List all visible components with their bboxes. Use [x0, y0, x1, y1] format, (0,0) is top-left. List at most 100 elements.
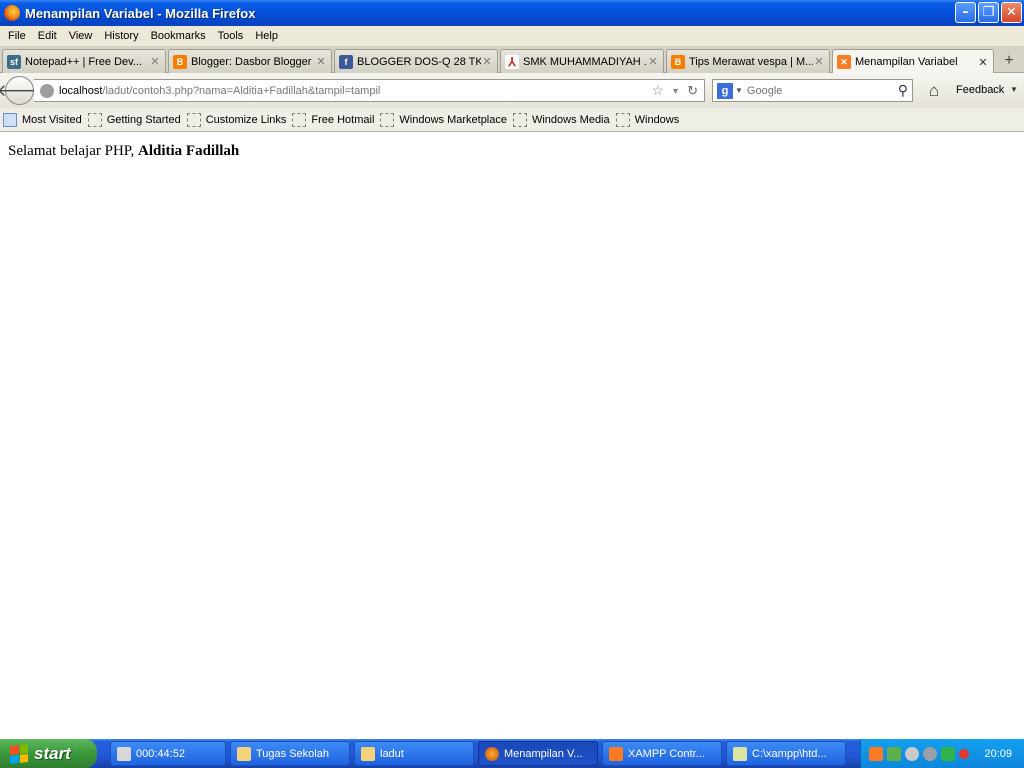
tab-close-icon[interactable]: ✕	[647, 55, 659, 68]
sound-tray-icon[interactable]	[923, 746, 937, 761]
reload-icon[interactable]: ↻	[687, 83, 698, 99]
google-icon[interactable]: g	[717, 82, 733, 99]
task-timer[interactable]: 000:44:52	[110, 741, 226, 766]
tab-close-icon[interactable]: ✕	[315, 55, 327, 68]
page-content: Selamat belajar PHP, Alditia Fadillah	[0, 133, 1024, 739]
tab-facebook[interactable]: f BLOGGER DOS-Q 28 TKJ ✕	[334, 49, 498, 73]
menu-edit[interactable]: Edit	[32, 30, 63, 42]
menu-tools[interactable]: Tools	[212, 30, 250, 42]
tab-close-icon[interactable]: ✕	[149, 55, 161, 68]
sourceforge-icon: sf	[7, 54, 21, 69]
menu-file[interactable]: File	[2, 30, 32, 42]
tab-close-icon[interactable]: ✕	[813, 55, 825, 68]
menu-bookmarks[interactable]: Bookmarks	[145, 30, 212, 42]
bookmark-free-hotmail[interactable]: Free Hotmail	[292, 112, 375, 127]
back-button[interactable]: 🡐	[0, 76, 42, 105]
start-label: start	[34, 743, 71, 763]
app-tray-icon[interactable]	[887, 746, 901, 761]
folder-icon	[361, 746, 375, 761]
search-input[interactable]	[746, 84, 887, 97]
windows-logo-icon	[10, 743, 28, 764]
page-icon	[615, 112, 630, 127]
greeting-name: Alditia Fadillah	[137, 143, 240, 159]
search-icon[interactable]: ⚲	[898, 82, 908, 99]
tab-blogger-dasbor[interactable]: B Blogger: Dasbor Blogger ✕	[168, 49, 332, 73]
bookmark-most-visited[interactable]: Most Visited	[3, 112, 82, 127]
bookmark-getting-started[interactable]: Getting Started	[87, 112, 181, 127]
window-controls: – ❐ ✕	[955, 2, 1022, 23]
page-icon	[512, 112, 527, 127]
task-ladut[interactable]: ladut	[354, 741, 474, 766]
bookmark-label: Windows	[634, 113, 680, 126]
task-label: XAMPP Contr...	[628, 747, 705, 760]
task-label: Menampilan V...	[504, 747, 583, 760]
bookmark-label: Free Hotmail	[311, 113, 375, 126]
tab-close-icon[interactable]: ✕	[977, 56, 989, 69]
window-title: Menampilan Variabel - Mozilla Firefox	[25, 5, 256, 21]
pdf-icon: ⅄	[505, 54, 519, 69]
url-path: /ladut/contoh3.php?nama=Alditia+Fadillah…	[102, 84, 381, 97]
globe-icon	[40, 83, 54, 98]
bookmark-customize-links[interactable]: Customize Links	[186, 112, 286, 127]
blogger-icon: B	[173, 54, 187, 69]
clock[interactable]: 20:09	[984, 748, 1012, 760]
tab-label: Menampilan Variabel	[855, 56, 958, 68]
menu-help[interactable]: Help	[249, 30, 284, 42]
bookmark-windows-marketplace[interactable]: Windows Marketplace	[380, 112, 507, 127]
greeting-prefix: Selamat belajar PHP,	[8, 143, 138, 159]
bookmark-windows[interactable]: Windows	[615, 112, 680, 127]
bookmarks-toolbar: Most Visited Getting Started Customize L…	[0, 108, 1024, 132]
status-tray-icon[interactable]	[959, 748, 969, 759]
bookmark-label: Windows Media	[531, 113, 610, 126]
task-tugas-sekolah[interactable]: Tugas Sekolah	[230, 741, 350, 766]
bookmark-label: Windows Marketplace	[399, 113, 507, 126]
tab-bar: sf Notepad++ | Free Dev... ✕ B Blogger: …	[0, 46, 1024, 74]
menu-view[interactable]: View	[63, 30, 99, 42]
bookmark-star-icon[interactable]: ☆	[651, 82, 664, 99]
task-firefox[interactable]: Menampilan V...	[478, 741, 598, 766]
most-visited-icon	[3, 112, 17, 127]
tab-label: Tips Merawat vespa | M...	[689, 55, 813, 68]
task-label: ladut	[380, 747, 404, 760]
navigation-bar: 🡐 localhost/ladut/contoh3.php?nama=Aldit…	[0, 73, 1024, 108]
task-notepad[interactable]: C:\xampp\htd...	[726, 741, 846, 766]
antivirus-tray-icon[interactable]	[941, 746, 955, 761]
search-bar[interactable]: g ▼ ⚲	[712, 79, 913, 102]
tab-label: SMK MUHAMMADIYAH ...	[523, 55, 647, 68]
tab-smk-pdf[interactable]: ⅄ SMK MUHAMMADIYAH ... ✕	[500, 49, 664, 73]
feedback-dropdown-icon[interactable]: ▼	[1010, 85, 1018, 94]
tab-close-icon[interactable]: ✕	[481, 55, 493, 68]
network-tray-icon[interactable]	[905, 746, 919, 761]
page-icon	[380, 112, 395, 127]
menu-history[interactable]: History	[98, 30, 144, 42]
task-xampp[interactable]: XAMPP Contr...	[602, 741, 722, 766]
system-tray: 20:09	[860, 739, 1024, 768]
tab-menampilan-variabel[interactable]: ✕ Menampilan Variabel ✕	[832, 49, 994, 74]
tab-notepad[interactable]: sf Notepad++ | Free Dev... ✕	[2, 49, 166, 73]
tab-tips-vespa[interactable]: B Tips Merawat vespa | M... ✕	[666, 49, 830, 73]
xampp-tray-icon[interactable]	[869, 746, 883, 761]
feedback-button[interactable]: Feedback	[956, 84, 1004, 96]
home-icon[interactable]: ⌂	[924, 81, 944, 101]
restore-button[interactable]: ❐	[978, 2, 999, 23]
taskbar: start 000:44:52 Tugas Sekolah ladut Mena…	[0, 739, 1024, 768]
start-button[interactable]: start	[0, 739, 97, 768]
new-tab-button[interactable]: +	[996, 49, 1022, 72]
blogger-icon: B	[671, 54, 685, 69]
folder-icon	[237, 746, 251, 761]
bookmark-label: Getting Started	[106, 113, 181, 126]
tab-label: BLOGGER DOS-Q 28 TKJ	[357, 55, 481, 68]
xampp-icon: ✕	[837, 55, 851, 69]
url-dropdown-icon[interactable]: ▼	[671, 86, 680, 96]
bookmark-windows-media[interactable]: Windows Media	[512, 112, 610, 127]
minimize-button[interactable]: –	[955, 2, 976, 23]
url-host: localhost	[59, 84, 103, 97]
tab-label: Notepad++ | Free Dev...	[25, 55, 142, 68]
task-label: 000:44:52	[136, 747, 185, 760]
address-bar[interactable]: localhost/ladut/contoh3.php?nama=Alditia…	[34, 79, 705, 102]
close-button[interactable]: ✕	[1001, 2, 1022, 23]
firefox-icon	[4, 5, 20, 21]
search-engine-dropdown-icon[interactable]: ▼	[735, 86, 743, 95]
task-label: Tugas Sekolah	[256, 747, 329, 760]
page-icon	[292, 112, 307, 127]
